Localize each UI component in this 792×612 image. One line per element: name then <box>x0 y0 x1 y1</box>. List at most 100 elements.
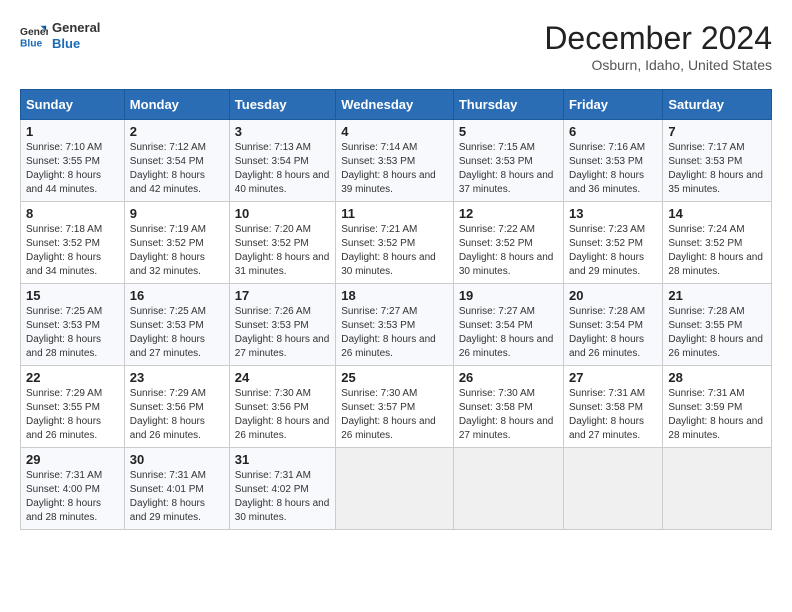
day-info: Sunrise: 7:28 AMSunset: 3:55 PMDaylight:… <box>668 305 766 361</box>
day-number: 24 <box>235 370 330 385</box>
day-cell: 21 Sunrise: 7:28 AMSunset: 3:55 PMDayligh… <box>663 284 772 366</box>
day-header-monday: Monday <box>124 90 229 120</box>
day-cell: 18Sunrise: 7:27 AMSunset: 3:53 PMDayligh… <box>336 284 454 366</box>
day-number: 2 <box>130 124 224 139</box>
day-info: Sunrise: 7:24 AMSunset: 3:52 PMDaylight:… <box>668 223 766 279</box>
day-number: 10 <box>235 206 330 221</box>
day-info: Sunrise: 7:13 AMSunset: 3:54 PMDaylight:… <box>235 141 330 197</box>
day-number: 23 <box>130 370 224 385</box>
day-cell: 22 Sunrise: 7:29 AMSunset: 3:55 PMDayligh… <box>21 366 125 448</box>
day-cell: 8 Sunrise: 7:18 AMSunset: 3:52 PMDaylight… <box>21 202 125 284</box>
day-cell: 15 Sunrise: 7:25 AMSunset: 3:53 PMDayligh… <box>21 284 125 366</box>
day-info: Sunrise: 7:31 AMSunset: 4:01 PMDaylight:… <box>130 469 224 525</box>
day-cell: 4 Sunrise: 7:14 AMSunset: 3:53 PMDaylight… <box>336 120 454 202</box>
day-number: 11 <box>341 206 448 221</box>
day-number: 28 <box>668 370 766 385</box>
day-info: Sunrise: 7:15 AMSunset: 3:53 PMDaylight:… <box>459 141 558 197</box>
day-number: 21 <box>668 288 766 303</box>
day-cell: 9Sunrise: 7:19 AMSunset: 3:52 PMDaylight… <box>124 202 229 284</box>
day-number: 17 <box>235 288 330 303</box>
day-cell: 2 Sunrise: 7:12 AMSunset: 3:54 PMDaylight… <box>124 120 229 202</box>
logo-blue-text: Blue <box>52 36 80 51</box>
day-number: 31 <box>235 452 330 467</box>
title-block: December 2024 Osburn, Idaho, United Stat… <box>544 20 772 73</box>
day-info: Sunrise: 7:29 AMSunset: 3:56 PMDaylight:… <box>130 387 224 443</box>
header-row: SundayMondayTuesdayWednesdayThursdayFrid… <box>21 90 772 120</box>
day-cell: 24 Sunrise: 7:30 AMSunset: 3:56 PMDayligh… <box>229 366 335 448</box>
week-row-5: 29Sunrise: 7:31 AMSunset: 4:00 PMDayligh… <box>21 448 772 530</box>
day-number: 4 <box>341 124 448 139</box>
day-cell: 31Sunrise: 7:31 AMSunset: 4:02 PMDayligh… <box>229 448 335 530</box>
day-cell: 28 Sunrise: 7:31 AMSunset: 3:59 PMDayligh… <box>663 366 772 448</box>
day-number: 19 <box>459 288 558 303</box>
week-row-2: 8 Sunrise: 7:18 AMSunset: 3:52 PMDaylight… <box>21 202 772 284</box>
day-number: 26 <box>459 370 558 385</box>
svg-text:Blue: Blue <box>20 38 43 49</box>
day-info: Sunrise: 7:31 AMSunset: 3:59 PMDaylight:… <box>668 387 766 443</box>
day-info: Sunrise: 7:27 AMSunset: 3:54 PMDaylight:… <box>459 305 558 361</box>
day-info: Sunrise: 7:22 AMSunset: 3:52 PMDaylight:… <box>459 223 558 279</box>
logo-icon: General Blue <box>20 22 48 50</box>
day-cell <box>336 448 454 530</box>
day-header-wednesday: Wednesday <box>336 90 454 120</box>
day-cell: 7 Sunrise: 7:17 AMSunset: 3:53 PMDaylight… <box>663 120 772 202</box>
day-cell: 12Sunrise: 7:22 AMSunset: 3:52 PMDayligh… <box>453 202 563 284</box>
month-year: December 2024 <box>544 20 772 57</box>
day-info: Sunrise: 7:30 AMSunset: 3:56 PMDaylight:… <box>235 387 330 443</box>
day-info: Sunrise: 7:28 AMSunset: 3:54 PMDaylight:… <box>569 305 657 361</box>
day-cell <box>453 448 563 530</box>
header: General Blue General Blue December 2024 … <box>20 20 772 73</box>
day-number: 25 <box>341 370 448 385</box>
day-number: 22 <box>26 370 119 385</box>
day-cell: 19 Sunrise: 7:27 AMSunset: 3:54 PMDayligh… <box>453 284 563 366</box>
day-number: 9 <box>130 206 224 221</box>
day-info: Sunrise: 7:21 AMSunset: 3:52 PMDaylight:… <box>341 223 448 279</box>
day-cell: 13Sunrise: 7:23 AMSunset: 3:52 PMDayligh… <box>563 202 662 284</box>
day-info: Sunrise: 7:20 AMSunset: 3:52 PMDaylight:… <box>235 223 330 279</box>
location: Osburn, Idaho, United States <box>544 57 772 73</box>
day-cell: 1Sunrise: 7:10 AMSunset: 3:55 PMDaylight… <box>21 120 125 202</box>
day-cell: 25 Sunrise: 7:30 AMSunset: 3:57 PMDayligh… <box>336 366 454 448</box>
day-number: 30 <box>130 452 224 467</box>
day-info: Sunrise: 7:10 AMSunset: 3:55 PMDaylight:… <box>26 141 119 197</box>
day-cell: 10 Sunrise: 7:20 AMSunset: 3:52 PMDayligh… <box>229 202 335 284</box>
day-cell <box>563 448 662 530</box>
day-number: 7 <box>668 124 766 139</box>
day-cell: 14 Sunrise: 7:24 AMSunset: 3:52 PMDayligh… <box>663 202 772 284</box>
day-cell: 5Sunrise: 7:15 AMSunset: 3:53 PMDaylight… <box>453 120 563 202</box>
day-info: Sunrise: 7:27 AMSunset: 3:53 PMDaylight:… <box>341 305 448 361</box>
logo-general-text: General <box>52 20 100 35</box>
day-info: Sunrise: 7:17 AMSunset: 3:53 PMDaylight:… <box>668 141 766 197</box>
day-header-sunday: Sunday <box>21 90 125 120</box>
week-row-3: 15 Sunrise: 7:25 AMSunset: 3:53 PMDayligh… <box>21 284 772 366</box>
day-cell: 29Sunrise: 7:31 AMSunset: 4:00 PMDayligh… <box>21 448 125 530</box>
day-cell: 20 Sunrise: 7:28 AMSunset: 3:54 PMDayligh… <box>563 284 662 366</box>
day-number: 14 <box>668 206 766 221</box>
day-cell: 16Sunrise: 7:25 AMSunset: 3:53 PMDayligh… <box>124 284 229 366</box>
day-cell: 6Sunrise: 7:16 AMSunset: 3:53 PMDaylight… <box>563 120 662 202</box>
day-header-thursday: Thursday <box>453 90 563 120</box>
day-info: Sunrise: 7:18 AMSunset: 3:52 PMDaylight:… <box>26 223 119 279</box>
day-number: 20 <box>569 288 657 303</box>
week-row-1: 1Sunrise: 7:10 AMSunset: 3:55 PMDaylight… <box>21 120 772 202</box>
day-number: 16 <box>130 288 224 303</box>
day-header-saturday: Saturday <box>663 90 772 120</box>
day-info: Sunrise: 7:25 AMSunset: 3:53 PMDaylight:… <box>26 305 119 361</box>
day-number: 29 <box>26 452 119 467</box>
day-info: Sunrise: 7:30 AMSunset: 3:57 PMDaylight:… <box>341 387 448 443</box>
day-number: 27 <box>569 370 657 385</box>
day-cell: 23 Sunrise: 7:29 AMSunset: 3:56 PMDayligh… <box>124 366 229 448</box>
day-number: 8 <box>26 206 119 221</box>
day-info: Sunrise: 7:14 AMSunset: 3:53 PMDaylight:… <box>341 141 448 197</box>
day-info: Sunrise: 7:29 AMSunset: 3:55 PMDaylight:… <box>26 387 119 443</box>
day-cell <box>663 448 772 530</box>
day-number: 15 <box>26 288 119 303</box>
week-row-4: 22 Sunrise: 7:29 AMSunset: 3:55 PMDayligh… <box>21 366 772 448</box>
day-info: Sunrise: 7:12 AMSunset: 3:54 PMDaylight:… <box>130 141 224 197</box>
day-info: Sunrise: 7:26 AMSunset: 3:53 PMDaylight:… <box>235 305 330 361</box>
day-number: 3 <box>235 124 330 139</box>
day-cell: 11 Sunrise: 7:21 AMSunset: 3:52 PMDayligh… <box>336 202 454 284</box>
day-number: 6 <box>569 124 657 139</box>
day-number: 13 <box>569 206 657 221</box>
day-cell: 17 Sunrise: 7:26 AMSunset: 3:53 PMDayligh… <box>229 284 335 366</box>
